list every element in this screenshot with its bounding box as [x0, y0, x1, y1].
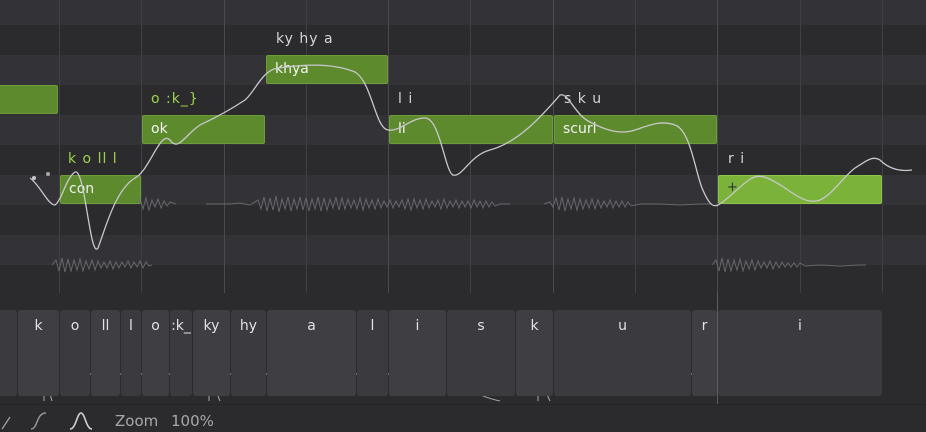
- zoom-label: Zoom: [115, 412, 159, 430]
- pitch-curve-layer: [29, 64, 913, 273]
- ease-curve-icon[interactable]: [28, 407, 50, 431]
- curve-point: [32, 176, 36, 180]
- phoneme-label: k: [34, 318, 43, 334]
- phoneme-label: i: [798, 318, 802, 334]
- phoneme-cell[interactable]: k: [516, 310, 553, 396]
- phoneme-cell[interactable]: i: [389, 310, 446, 396]
- phoneme-cell[interactable]: u: [554, 310, 691, 396]
- phoneme-cell[interactable]: l: [121, 310, 141, 396]
- phoneme-cell[interactable]: ky: [193, 310, 230, 396]
- phoneme-cell[interactable]: a: [267, 310, 356, 396]
- waveform: [51, 195, 866, 273]
- phoneme-cell[interactable]: [0, 310, 17, 396]
- piano-roll[interactable]: k o ll l con o :k_} ok ky hy a khya l i …: [0, 0, 926, 293]
- phoneme-label: :k_: [171, 318, 191, 334]
- bell-curve-icon[interactable]: [68, 407, 94, 431]
- phoneme-timeline: k o ll l o :k_ ky hy a l i s k u r i: [0, 293, 926, 404]
- phoneme-cell[interactable]: o: [142, 310, 169, 396]
- slope-icon[interactable]: [0, 407, 20, 431]
- phoneme-label: ky: [203, 318, 220, 334]
- phoneme-cell[interactable]: k: [18, 310, 59, 396]
- phoneme-label: o: [70, 318, 80, 334]
- phoneme-label: hy: [239, 318, 258, 334]
- phoneme-cell[interactable]: i: [718, 310, 882, 396]
- phoneme-cell[interactable]: s: [447, 310, 515, 396]
- phoneme-label: ll: [101, 318, 110, 334]
- curve-point: [46, 172, 50, 176]
- phoneme-label: a: [307, 318, 316, 334]
- phoneme-cell[interactable]: hy: [231, 310, 266, 396]
- phoneme-label: l: [129, 318, 133, 334]
- phoneme-label: s: [477, 318, 485, 334]
- phoneme-cell[interactable]: :k_: [170, 310, 192, 396]
- phoneme-cell[interactable]: r: [692, 310, 717, 396]
- phoneme-label: u: [618, 318, 627, 334]
- phoneme-cell[interactable]: ll: [91, 310, 120, 396]
- footer-toolbar: Zoom 100%: [0, 404, 926, 432]
- zoom-value[interactable]: 100%: [171, 412, 214, 430]
- phoneme-label: o: [151, 318, 160, 334]
- pitch-curve: [29, 64, 913, 250]
- phoneme-cell[interactable]: l: [357, 310, 388, 396]
- phoneme-label: i: [415, 318, 420, 334]
- phoneme-cell[interactable]: o: [60, 310, 90, 396]
- phoneme-label: r: [701, 318, 708, 334]
- phoneme-label: k: [530, 318, 539, 334]
- phoneme-label: l: [370, 318, 375, 334]
